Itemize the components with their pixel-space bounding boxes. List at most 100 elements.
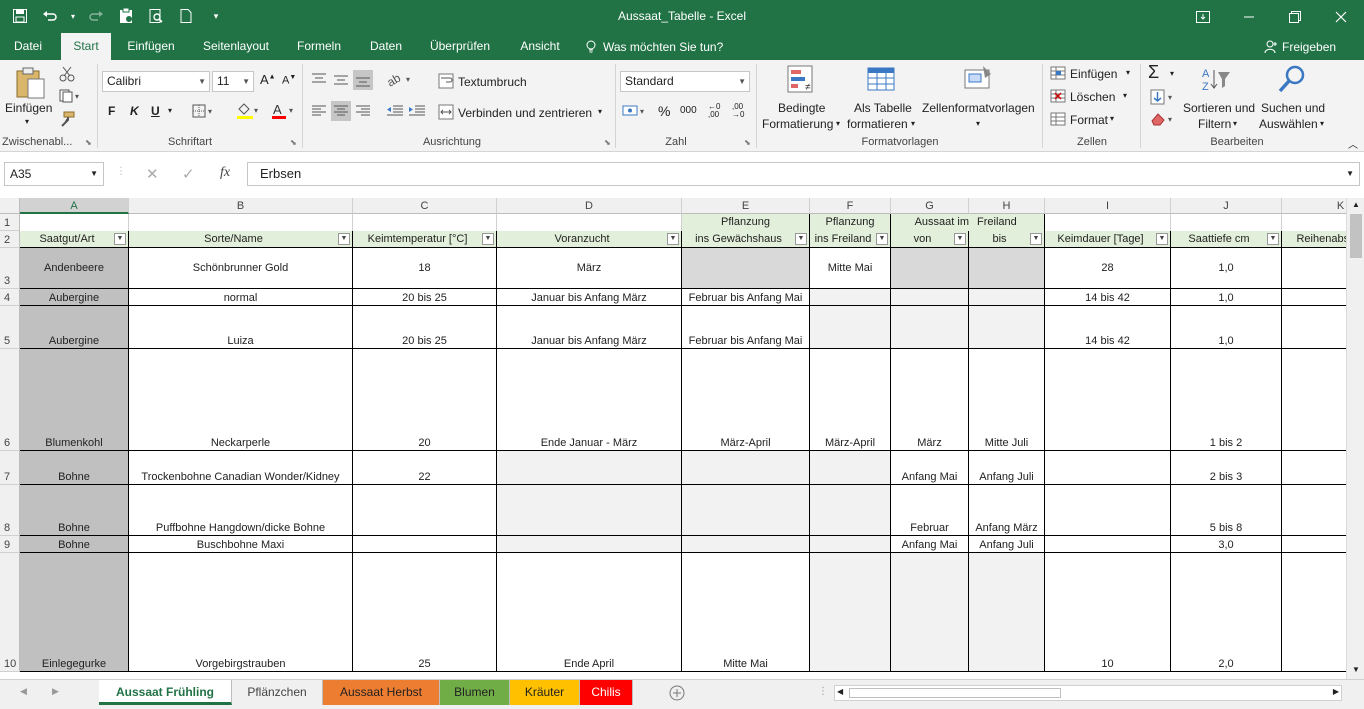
align-middle-icon[interactable] [333,72,349,91]
table-cell[interactable] [810,289,891,306]
cell-c1[interactable] [353,214,497,231]
tab-start[interactable]: Start [61,33,111,60]
find-dropdown-icon[interactable]: ▾ [1320,119,1324,128]
filter-dropdown-icon[interactable]: ▼ [1267,233,1279,245]
filter-dropdown-icon[interactable]: ▼ [114,233,126,245]
number-launcher-icon[interactable]: ⬊ [744,138,751,147]
table-cell[interactable]: 10 [1045,553,1171,672]
table-cell[interactable]: 28 [1045,248,1171,289]
italic-button[interactable]: K [130,104,139,118]
autosum-icon[interactable]: Σ [1148,62,1159,83]
horizontal-scrollbar[interactable]: ◀ ▶ [834,685,1342,701]
cell-a1[interactable] [20,214,129,231]
select-all-button[interactable] [0,198,20,214]
column-header-h[interactable]: H [969,198,1045,214]
column-header-cell[interactable]: Keimtemperatur [°C] ▼ [353,231,497,248]
restore-icon[interactable] [1272,0,1318,33]
column-header-cell[interactable]: Sorte/Name ▼ [129,231,353,248]
cancel-icon[interactable]: ✕ [146,165,159,183]
align-top-icon[interactable] [311,72,327,91]
cell-styles-dropdown-icon[interactable]: ▾ [976,119,980,128]
thousands-icon[interactable]: 000 [680,105,697,116]
tab-split-dots-icon[interactable]: ⋮ [818,686,828,697]
column-header-i[interactable]: I [1045,198,1171,214]
sheet-tab[interactable]: Chilis [580,680,633,705]
column-header-a[interactable]: A [20,198,129,214]
wrap-text-icon[interactable] [438,73,454,92]
table-cell[interactable]: Anfang März [969,485,1045,536]
format-cells-button[interactable]: Format [1070,113,1108,127]
orientation-icon[interactable]: ab ▾ [384,70,414,91]
find-select-label[interactable]: Suchen und [1261,101,1325,115]
table-cell[interactable]: Anfang Juli [969,451,1045,485]
merge-dropdown-icon[interactable]: ▾ [598,107,602,116]
table-cell[interactable] [497,451,682,485]
column-header-b[interactable]: B [129,198,353,214]
insert-cells-button[interactable]: Einfügen [1070,67,1117,81]
cell-d1[interactable] [497,214,682,231]
scroll-tabs-right-icon[interactable]: ▶ [52,686,59,697]
grow-font-icon[interactable]: A▲ [260,72,276,87]
table-cell[interactable]: Bohne [20,536,129,553]
table-cell[interactable]: Bohne [20,485,129,536]
cell-styles-button[interactable]: Zellenformatvorlagen [922,101,1035,115]
new-sheet-icon[interactable] [668,684,686,702]
cut-icon[interactable] [59,66,75,85]
row-header-4[interactable]: 4 [0,289,20,306]
table-cell[interactable]: 1 bis 2 [1171,349,1282,451]
table-cell[interactable]: Anfang Mai [891,536,969,553]
decrease-indent-icon[interactable] [386,104,404,121]
table-cell[interactable] [969,306,1045,349]
table-cell[interactable]: Mitte Mai [682,553,810,672]
alignment-launcher-icon[interactable]: ⬊ [604,138,611,147]
column-header-e[interactable]: E [682,198,810,214]
scroll-down-icon[interactable]: ▼ [1349,665,1363,677]
table-cell[interactable]: normal [129,289,353,306]
table-cell[interactable]: 14 bis 42 [1045,306,1171,349]
table-cell[interactable]: Luiza [129,306,353,349]
column-header-d[interactable]: D [497,198,682,214]
minimize-icon[interactable] [1226,0,1272,33]
column-header-c[interactable]: C [353,198,497,214]
horizontal-scroll-thumb[interactable] [849,688,1061,698]
align-left-icon[interactable] [311,104,327,121]
underline-dropdown-icon[interactable]: ▾ [168,106,172,115]
row-header-5[interactable]: 5 [0,306,20,349]
table-cell[interactable]: März-April [810,349,891,451]
delete-cells-icon[interactable] [1050,89,1066,106]
sort-filter-label[interactable]: Sortieren und [1183,101,1255,115]
table-cell[interactable] [682,485,810,536]
filter-dropdown-icon[interactable]: ▼ [795,233,807,245]
format-as-table-button[interactable]: formatieren [847,117,908,131]
table-cell[interactable]: 20 [353,349,497,451]
table-cell[interactable]: Bohne [20,451,129,485]
conditional-formatting-icon[interactable]: ≠ [786,64,818,99]
conditional-dropdown-icon[interactable]: ▾ [836,119,840,128]
table-cell[interactable] [969,248,1045,289]
sheet-tab[interactable]: Aussaat Herbst [323,680,440,705]
row-header-8[interactable]: 8 [0,485,20,536]
number-format-combo[interactable]: Standard ▼ [620,71,750,92]
align-center-icon[interactable] [331,101,351,121]
format-as-table-label[interactable]: Als Tabelle [854,101,912,115]
table-cell[interactable] [682,451,810,485]
table-cell[interactable] [1045,485,1171,536]
filter-dropdown-icon[interactable]: ▼ [482,233,494,245]
fill-icon[interactable]: ▾ [1150,89,1178,108]
table-cell[interactable]: Februar bis Anfang Mai [682,289,810,306]
merge-center-icon[interactable] [438,104,454,123]
table-cell[interactable] [682,248,810,289]
increase-decimal-icon[interactable]: ←0,00 [708,103,720,119]
table-cell[interactable]: Januar bis Anfang März [497,289,682,306]
column-header-cell[interactable]: von ▼ [891,231,969,248]
table-cell[interactable] [682,536,810,553]
bold-button[interactable]: F [108,104,115,118]
table-cell[interactable] [891,306,969,349]
wrap-text-button[interactable]: Textumbruch [458,75,527,89]
collapse-ribbon-icon[interactable]: ︿ [1348,136,1358,151]
table-cell[interactable] [891,553,969,672]
sheet-tab[interactable]: Kräuter [510,680,580,705]
row-header-10[interactable]: 10 [0,553,20,672]
column-header-cell[interactable]: Keimdauer [Tage] ▼ [1045,231,1171,248]
paste-button[interactable]: Einfügen [5,101,52,115]
